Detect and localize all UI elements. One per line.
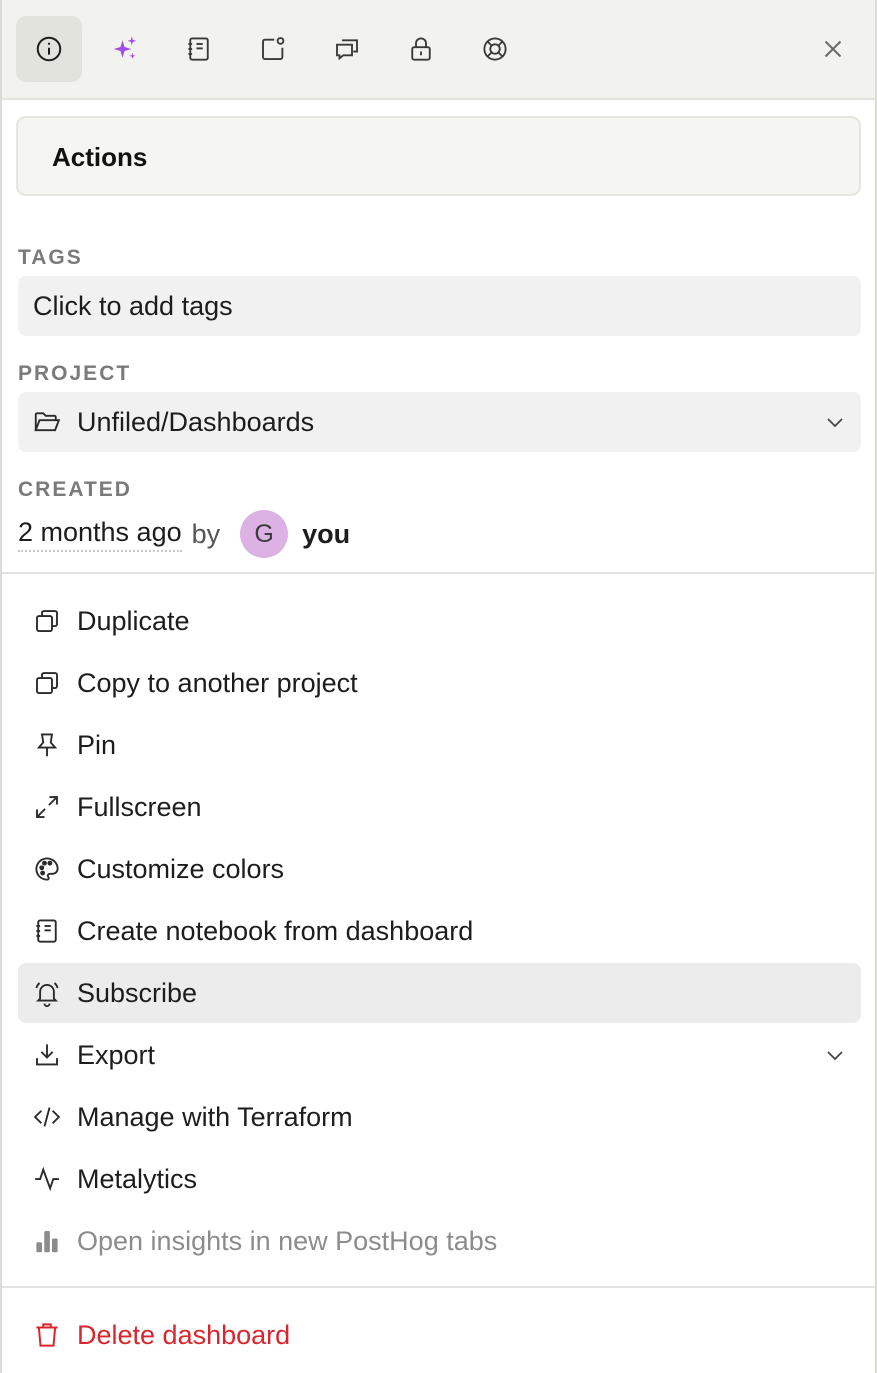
metalytics-label: Metalytics (77, 1163, 198, 1194)
export-button[interactable]: Export (18, 1025, 861, 1085)
tab-activity[interactable] (240, 16, 306, 82)
open-insights-button[interactable]: Open insights in new PostHog tabs (18, 1211, 861, 1271)
delete-dashboard-button[interactable]: Delete dashboard (18, 1305, 861, 1365)
create-notebook-button[interactable]: Create notebook from dashboard (18, 901, 861, 961)
discussion-icon (336, 39, 358, 61)
customize-colors-button[interactable]: Customize colors (18, 839, 861, 899)
actions-title: Actions (52, 142, 148, 172)
open-insights-label: Open insights in new PostHog tabs (77, 1225, 498, 1256)
metalytics-button[interactable]: Metalytics (18, 1149, 861, 1209)
pin-button[interactable]: Pin (18, 715, 861, 775)
duplicate-label: Duplicate (77, 605, 190, 636)
close-icon (824, 40, 842, 58)
pulse-icon (35, 1166, 59, 1192)
folder-icon (34, 412, 61, 432)
copy-icon (36, 672, 58, 694)
tab-discussions[interactable] (314, 16, 380, 82)
tags-label: TAGS (18, 246, 83, 269)
terraform-label: Manage with Terraform (77, 1101, 353, 1132)
palette-icon (35, 857, 59, 881)
divider (2, 572, 875, 574)
notebook-icon (36, 919, 57, 943)
copy-to-project-label: Copy to another project (77, 667, 358, 698)
fullscreen-button[interactable]: Fullscreen (18, 777, 861, 837)
created-label: CREATED (18, 478, 132, 501)
delete-dashboard-label: Delete dashboard (77, 1319, 291, 1350)
code-icon (33, 1107, 61, 1127)
pin-label: Pin (77, 729, 117, 760)
project-label: PROJECT (18, 362, 132, 385)
notification-icon (262, 37, 285, 60)
project-value: Unfiled/Dashboards (77, 406, 315, 437)
chevron-down-icon (827, 418, 843, 428)
tab-support[interactable] (462, 16, 528, 82)
customize-colors-label: Customize colors (77, 853, 285, 884)
tab-max-ai[interactable] (92, 16, 158, 82)
info-icon (36, 36, 62, 62)
avatar: G (240, 510, 289, 558)
tab-notebooks[interactable] (166, 16, 232, 82)
tags-field[interactable]: Click to add tags (18, 276, 861, 336)
chevron-down-icon (827, 1051, 843, 1061)
support-icon (483, 37, 507, 61)
sparkles-icon (113, 36, 137, 59)
tags-placeholder: Click to add tags (33, 290, 233, 321)
side-panel: Actions TAGS Click to add tags PROJECT U… (0, 0, 877, 1373)
project-select[interactable]: Unfiled/Dashboards (18, 392, 861, 452)
copy-to-project-button[interactable]: Copy to another project (18, 653, 861, 713)
divider (2, 1286, 875, 1288)
create-notebook-label: Create notebook from dashboard (77, 915, 474, 946)
duplicate-button[interactable]: Duplicate (18, 591, 861, 651)
fullscreen-label: Fullscreen (77, 791, 202, 822)
lock-icon (411, 37, 431, 61)
copy-icon (36, 610, 58, 632)
download-icon (36, 1044, 58, 1066)
panel-toolbar (2, 0, 875, 100)
terraform-button[interactable]: Manage with Terraform (18, 1087, 861, 1147)
actions-header: Actions (16, 116, 861, 196)
expand-icon (36, 796, 58, 818)
created-time: 2 months ago (18, 517, 182, 552)
pin-icon (36, 733, 58, 757)
created-info: 2 months ago by G you (18, 506, 350, 562)
bar-chart-icon (36, 1231, 58, 1253)
tab-access-control[interactable] (388, 16, 454, 82)
notebook-icon (188, 37, 209, 61)
export-label: Export (77, 1039, 156, 1070)
created-user: you (302, 518, 351, 549)
created-by-text: by (191, 518, 221, 549)
trash-icon (36, 1323, 58, 1347)
tab-info[interactable] (16, 16, 82, 82)
bell-icon (35, 982, 59, 1008)
subscribe-button[interactable]: Subscribe (18, 963, 861, 1023)
subscribe-label: Subscribe (77, 977, 198, 1008)
close-button[interactable] (800, 16, 866, 82)
